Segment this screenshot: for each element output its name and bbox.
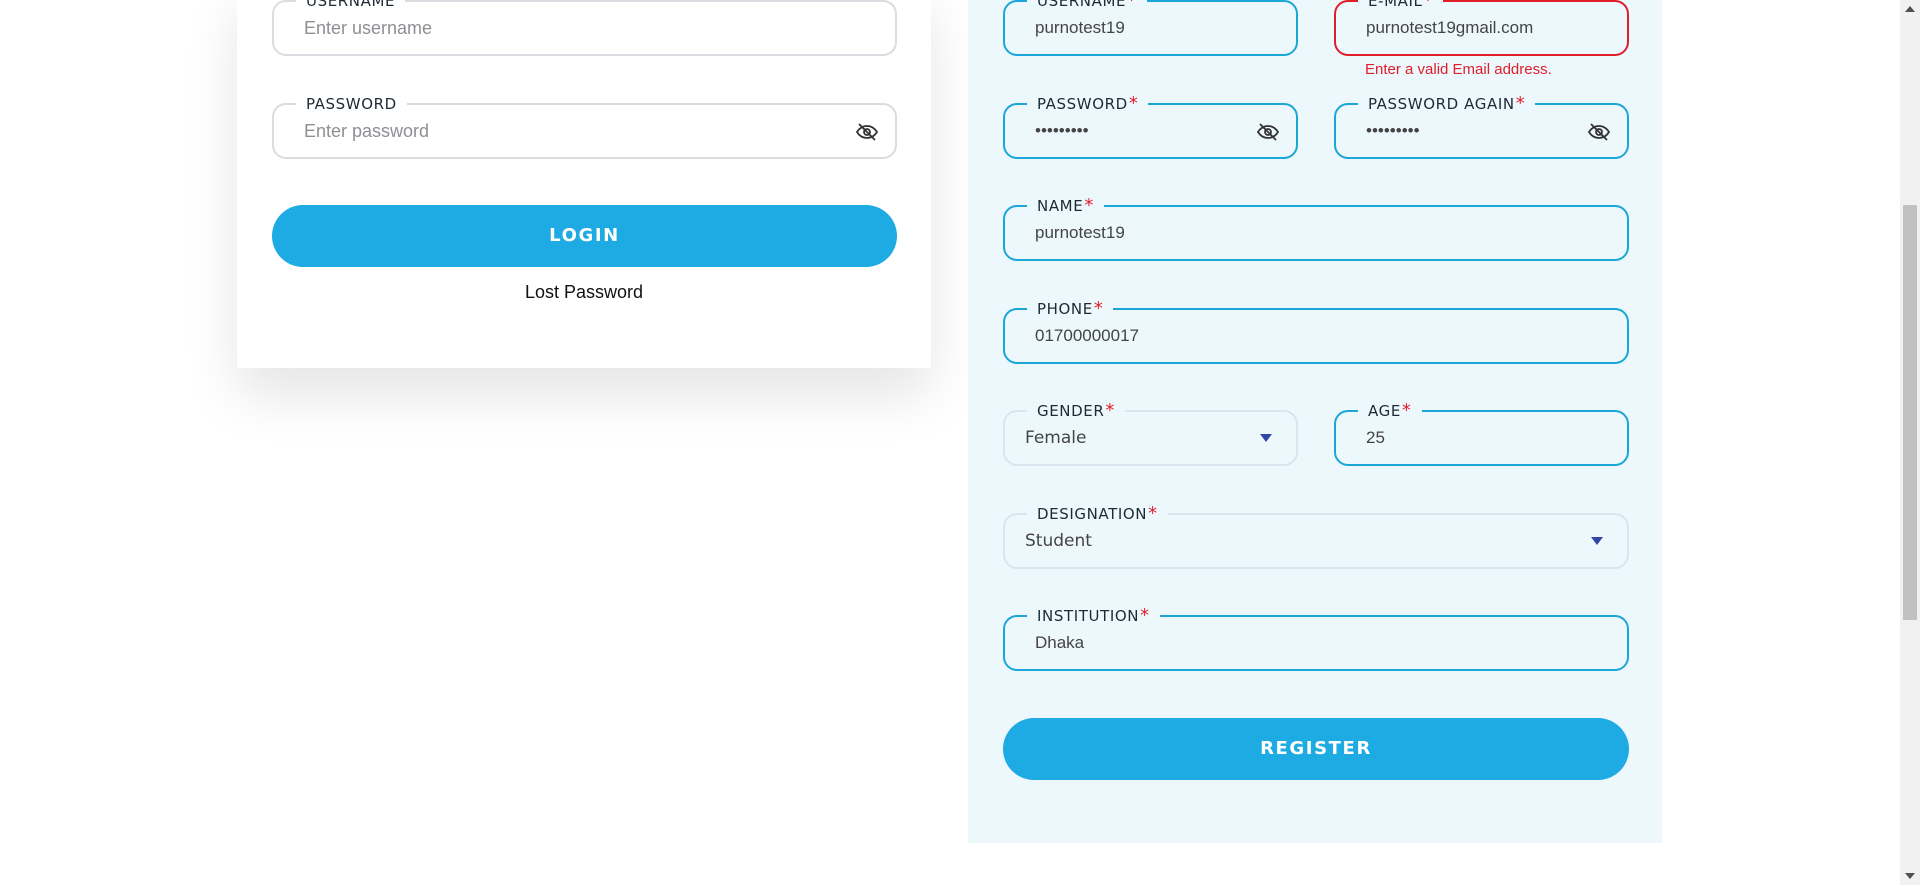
register-phone-field[interactable]: PHONE* (1003, 300, 1629, 364)
scroll-down-arrow-icon[interactable] (1905, 873, 1915, 879)
chevron-down-icon[interactable] (1260, 434, 1272, 442)
register-age-field[interactable]: AGE* (1334, 402, 1629, 466)
register-email-label: E-MAIL* (1358, 0, 1444, 10)
register-name-label: NAME* (1027, 197, 1104, 215)
eye-off-icon[interactable] (855, 121, 879, 143)
register-gender-select[interactable]: GENDER* Female (1003, 402, 1298, 466)
lost-password-link[interactable]: Lost Password (237, 282, 931, 303)
register-email-input[interactable] (1366, 14, 1567, 42)
register-institution-label: INSTITUTION* (1027, 607, 1160, 625)
page: USERNAME PASSWORD LOGIN Lost Password US… (0, 0, 1900, 885)
register-gender-label: GENDER* (1027, 402, 1125, 420)
register-password-input[interactable] (1035, 117, 1236, 145)
register-phone-label: PHONE* (1027, 300, 1114, 318)
scrollbar-thumb[interactable] (1903, 205, 1917, 620)
register-age-input[interactable] (1366, 424, 1567, 452)
login-password-input[interactable] (304, 117, 835, 145)
login-password-label: PASSWORD (296, 95, 407, 113)
register-password-again-field[interactable]: PASSWORD AGAIN* (1334, 95, 1629, 159)
register-username-input[interactable] (1035, 14, 1236, 42)
register-username-field[interactable]: USERNAME* (1003, 0, 1298, 56)
register-password-field[interactable]: PASSWORD* (1003, 95, 1298, 159)
eye-off-icon[interactable] (1587, 121, 1611, 143)
login-username-input[interactable] (304, 14, 835, 42)
register-institution-field[interactable]: INSTITUTION* (1003, 607, 1629, 671)
register-designation-select[interactable]: DESIGNATION* Student (1003, 505, 1629, 569)
register-name-input[interactable] (1035, 219, 1567, 247)
register-name-field[interactable]: NAME* (1003, 197, 1629, 261)
register-phone-input[interactable] (1035, 322, 1567, 350)
register-email-field[interactable]: E-MAIL* (1334, 0, 1629, 56)
register-password-label: PASSWORD* (1027, 95, 1149, 113)
vertical-scrollbar[interactable] (1900, 0, 1920, 885)
login-username-field[interactable]: USERNAME (272, 0, 897, 56)
login-username-label: USERNAME (296, 0, 406, 10)
register-designation-value: Student (1025, 531, 1092, 551)
register-password-again-label: PASSWORD AGAIN* (1358, 95, 1536, 113)
register-panel: USERNAME* E-MAIL* Enter a valid Email ad… (968, 0, 1662, 843)
register-institution-input[interactable] (1035, 629, 1567, 657)
email-error-message: Enter a valid Email address. (1365, 61, 1552, 78)
eye-off-icon[interactable] (1256, 121, 1280, 143)
scroll-up-arrow-icon[interactable] (1905, 6, 1915, 12)
login-password-field[interactable]: PASSWORD (272, 95, 897, 159)
login-button[interactable]: LOGIN (272, 205, 897, 267)
login-card: USERNAME PASSWORD LOGIN Lost Password (237, 0, 931, 368)
chevron-down-icon[interactable] (1591, 537, 1603, 545)
register-password-again-input[interactable] (1366, 117, 1567, 145)
register-username-label: USERNAME* (1027, 0, 1147, 10)
register-designation-label: DESIGNATION* (1027, 505, 1168, 523)
register-gender-value: Female (1025, 428, 1087, 448)
register-age-label: AGE* (1358, 402, 1422, 420)
register-button[interactable]: REGISTER (1003, 718, 1629, 780)
